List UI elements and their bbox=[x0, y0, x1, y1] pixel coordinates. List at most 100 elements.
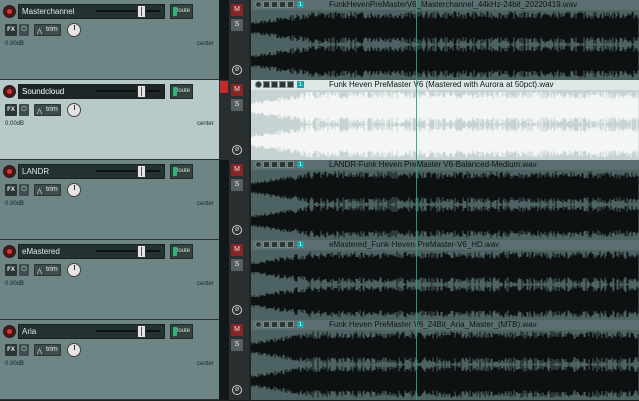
item-fx-icon[interactable] bbox=[271, 81, 278, 88]
route-button[interactable]: Route bbox=[170, 244, 193, 259]
record-arm-icon[interactable] bbox=[3, 85, 16, 98]
item-loop-icon[interactable] bbox=[287, 81, 294, 88]
mute-button[interactable]: M bbox=[231, 164, 243, 176]
item-fx-icon[interactable] bbox=[271, 1, 278, 8]
phase-invert-icon[interactable]: ø bbox=[232, 305, 242, 315]
volume-fader-track[interactable] bbox=[96, 330, 160, 332]
volume-fader-handle[interactable] bbox=[137, 245, 146, 258]
mute-button[interactable]: M bbox=[231, 324, 243, 336]
trim-button[interactable]: ⋀ trim bbox=[34, 184, 61, 196]
solo-button[interactable]: S bbox=[231, 339, 243, 351]
pan-knob[interactable] bbox=[67, 23, 81, 37]
track-control-panel[interactable]: LANDR Route FX ⏻ ⋀ trim 0.00dB center bbox=[0, 160, 219, 240]
pan-knob[interactable] bbox=[67, 103, 81, 117]
route-icon bbox=[173, 7, 177, 16]
item-mute-icon[interactable] bbox=[279, 1, 286, 8]
record-arm-icon[interactable] bbox=[3, 325, 16, 338]
solo-button[interactable]: S bbox=[231, 99, 243, 111]
track-control-panel[interactable]: Soundcloud Route FX ⏻ ⋀ trim 0.00dB center bbox=[0, 80, 219, 160]
item-fx-icon[interactable] bbox=[271, 241, 278, 248]
route-button[interactable]: Route bbox=[170, 164, 193, 179]
volume-readout: 0.00dB bbox=[5, 281, 25, 287]
track-control-panel[interactable]: Aria Route FX ⏻ ⋀ trim 0.00dB center bbox=[0, 320, 219, 400]
volume-fader-track[interactable] bbox=[96, 170, 160, 172]
volume-fader-handle[interactable] bbox=[137, 5, 146, 18]
power-icon[interactable]: ⏻ bbox=[19, 344, 29, 356]
trim-label: trim bbox=[46, 106, 58, 113]
media-item[interactable]: 1 eMastered_Funk-Heven-PreMaster-V6_HD.wa… bbox=[251, 240, 639, 321]
fx-button[interactable]: FX bbox=[5, 344, 17, 356]
take-number-badge: 1 bbox=[297, 241, 304, 248]
item-loop-icon[interactable] bbox=[287, 321, 294, 328]
phase-invert-icon[interactable]: ø bbox=[232, 65, 242, 75]
volume-fader-handle[interactable] bbox=[137, 165, 146, 178]
record-arm-icon[interactable] bbox=[3, 165, 16, 178]
item-mute-icon[interactable] bbox=[279, 321, 286, 328]
fx-button[interactable]: FX bbox=[5, 184, 17, 196]
trim-button[interactable]: ⋀ trim bbox=[34, 264, 61, 276]
item-loop-icon[interactable] bbox=[287, 161, 294, 168]
solo-button[interactable]: S bbox=[231, 259, 243, 271]
clip-indicator[interactable] bbox=[220, 81, 228, 93]
item-lock-icon[interactable] bbox=[255, 161, 262, 168]
phase-invert-icon[interactable]: ø bbox=[232, 145, 242, 155]
pan-knob[interactable] bbox=[67, 183, 81, 197]
item-envelope-icon[interactable] bbox=[263, 81, 270, 88]
power-icon[interactable]: ⏻ bbox=[19, 104, 29, 116]
record-arm-icon[interactable] bbox=[3, 245, 16, 258]
power-icon[interactable]: ⏻ bbox=[19, 264, 29, 276]
item-lock-icon[interactable] bbox=[255, 81, 262, 88]
phase-invert-icon[interactable]: ø bbox=[232, 385, 242, 395]
route-button[interactable]: Route bbox=[170, 84, 193, 99]
trim-button[interactable]: ⋀ trim bbox=[34, 24, 61, 36]
volume-fader-handle[interactable] bbox=[137, 85, 146, 98]
record-arm-icon[interactable] bbox=[3, 5, 16, 18]
item-envelope-icon[interactable] bbox=[263, 241, 270, 248]
fx-button[interactable]: FX bbox=[5, 264, 17, 276]
track-control-panel[interactable]: Masterchannel Route FX ⏻ ⋀ trim 0.00dB center bbox=[0, 0, 219, 80]
pan-knob[interactable] bbox=[67, 263, 81, 277]
track-control-panel[interactable]: eMastered Route FX ⏻ ⋀ trim 0.00dB center bbox=[0, 240, 219, 320]
item-lock-icon[interactable] bbox=[255, 321, 262, 328]
mute-button[interactable]: M bbox=[231, 4, 243, 16]
track-meter bbox=[219, 320, 229, 400]
item-loop-icon[interactable] bbox=[287, 1, 294, 8]
media-item[interactable]: 1 FunkHevenPreMasterV6_Masterchannel_44kH… bbox=[251, 0, 639, 81]
route-button[interactable]: Route bbox=[170, 4, 193, 19]
item-lock-icon[interactable] bbox=[255, 1, 262, 8]
item-mute-icon[interactable] bbox=[279, 161, 286, 168]
item-envelope-icon[interactable] bbox=[263, 321, 270, 328]
item-envelope-icon[interactable] bbox=[263, 1, 270, 8]
mute-button[interactable]: M bbox=[231, 84, 243, 96]
pan-knob[interactable] bbox=[67, 343, 81, 357]
media-item[interactable]: 1 Funk Heven PreMaster V6_24Bit_Aria_Mast… bbox=[251, 320, 639, 401]
waveform bbox=[251, 251, 639, 318]
fx-button[interactable]: FX bbox=[5, 24, 17, 36]
volume-fader-track[interactable] bbox=[96, 250, 160, 252]
item-fx-icon[interactable] bbox=[271, 321, 278, 328]
media-item[interactable]: 1 LANDR-Funk Heven PreMaster V6-Balanced-… bbox=[251, 160, 639, 241]
solo-button[interactable]: S bbox=[231, 19, 243, 31]
volume-fader-track[interactable] bbox=[96, 10, 160, 12]
media-item-filename: LANDR-Funk Heven PreMaster V6-Balanced-M… bbox=[329, 160, 537, 169]
item-loop-icon[interactable] bbox=[287, 241, 294, 248]
item-envelope-icon[interactable] bbox=[263, 161, 270, 168]
phase-invert-icon[interactable]: ø bbox=[232, 225, 242, 235]
item-mute-icon[interactable] bbox=[279, 241, 286, 248]
item-fx-icon[interactable] bbox=[271, 161, 278, 168]
volume-fader-track[interactable] bbox=[96, 90, 160, 92]
power-icon[interactable]: ⏻ bbox=[19, 24, 29, 36]
route-icon bbox=[173, 87, 177, 96]
power-icon[interactable]: ⏻ bbox=[19, 184, 29, 196]
route-button[interactable]: Route bbox=[170, 324, 193, 339]
volume-fader-handle[interactable] bbox=[137, 325, 146, 338]
item-mute-icon[interactable] bbox=[279, 81, 286, 88]
trim-button[interactable]: ⋀ trim bbox=[34, 344, 61, 356]
fx-button[interactable]: FX bbox=[5, 104, 17, 116]
item-lock-icon[interactable] bbox=[255, 241, 262, 248]
solo-button[interactable]: S bbox=[231, 179, 243, 191]
trim-button[interactable]: ⋀ trim bbox=[34, 104, 61, 116]
media-item[interactable]: 1 Funk Heven PreMaster V6 (Mastered with … bbox=[251, 80, 639, 161]
mute-button[interactable]: M bbox=[231, 244, 243, 256]
pan-readout: center bbox=[197, 201, 214, 207]
